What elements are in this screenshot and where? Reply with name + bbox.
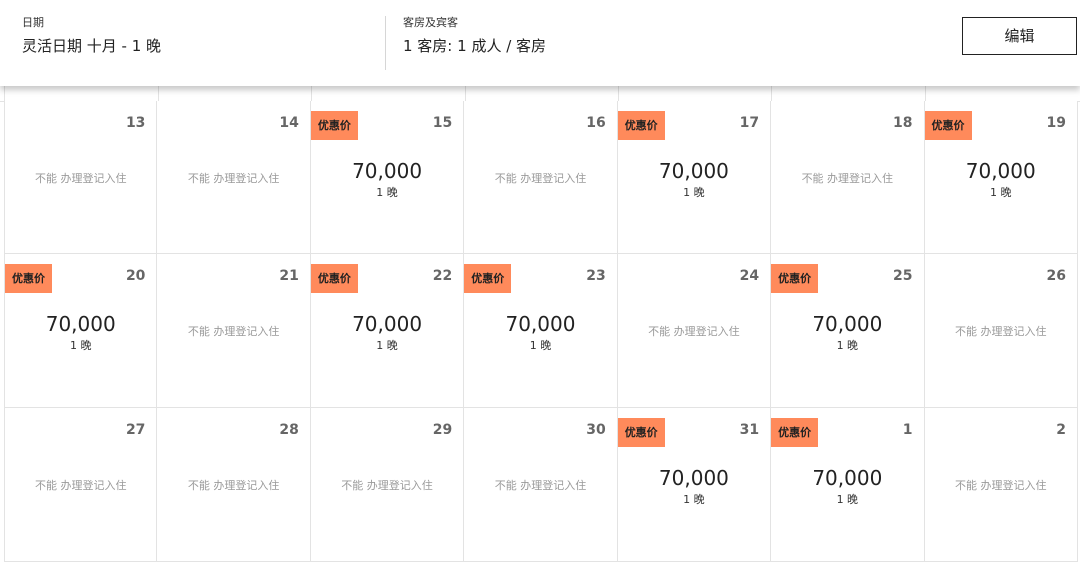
day-number: 31 <box>739 422 760 438</box>
calendar-day-cell[interactable]: 2 不能 办理登记入住 <box>924 408 1078 562</box>
calendar-previous-row-edge <box>0 86 1080 102</box>
header-divider <box>385 16 386 70</box>
dates-summary: 日期 灵活日期 十月 - 1 晚 <box>22 16 161 56</box>
deal-badge: 优惠价 <box>617 111 665 140</box>
unavailable-label: 不能 办理登记入住 <box>34 479 127 492</box>
day-number: 17 <box>739 115 760 131</box>
calendar-day-cell[interactable]: 15 优惠价 70,000 1 晚 <box>310 101 465 254</box>
unavailable-label: 不能 办理登记入住 <box>801 172 894 185</box>
day-number: 13 <box>125 115 146 131</box>
price-value: 70,000 <box>352 312 423 336</box>
deal-badge: 优惠价 <box>771 418 819 447</box>
nights-label: 1 晚 <box>836 493 859 506</box>
day-number: 30 <box>586 422 606 438</box>
unavailable-label: 不能 办理登记入住 <box>954 479 1047 492</box>
nights-label: 1 晚 <box>989 186 1012 199</box>
day-number: 24 <box>739 268 760 284</box>
deal-badge: 优惠价 <box>924 111 972 140</box>
calendar-day-cell[interactable]: 25 优惠价 70,000 1 晚 <box>771 254 925 408</box>
day-number: 19 <box>1046 115 1066 131</box>
day-number: 18 <box>893 115 913 131</box>
unavailable-label: 不能 办理登记入住 <box>494 172 587 185</box>
nights-label: 1 晚 <box>376 186 398 199</box>
calendar-day-cell[interactable]: 16 不能 办理登记入住 <box>464 101 618 254</box>
nights-label: 1 晚 <box>683 493 705 506</box>
price-value: 70,000 <box>658 159 729 183</box>
nights-label: 1 晚 <box>69 339 92 352</box>
deal-badge: 优惠价 <box>5 264 52 293</box>
calendar-day-cell[interactable]: 14 不能 办理登记入住 <box>157 101 311 254</box>
unavailable-label: 不能 办理登记入住 <box>494 479 587 492</box>
price-value: 70,000 <box>812 466 883 490</box>
unavailable-label: 不能 办理登记入住 <box>187 479 280 492</box>
deal-badge: 优惠价 <box>310 264 358 293</box>
rooms-value: 1 客房: 1 成人 / 客房 <box>403 37 547 55</box>
unavailable-label: 不能 办理登记入住 <box>341 479 433 492</box>
unavailable-label: 不能 办理登记入住 <box>187 325 280 338</box>
deal-badge: 优惠价 <box>617 418 665 447</box>
unavailable-label: 不能 办理登记入住 <box>34 172 127 185</box>
calendar-day-cell[interactable]: 30 不能 办理登记入住 <box>464 408 618 562</box>
calendar-day-cell[interactable]: 29 不能 办理登记入住 <box>310 408 465 562</box>
nights-label: 1 晚 <box>836 339 859 352</box>
nights-label: 1 晚 <box>376 339 398 352</box>
price-value: 70,000 <box>352 159 423 183</box>
calendar-day-cell[interactable]: 31 优惠价 70,000 1 晚 <box>617 408 772 562</box>
calendar-day-cell[interactable]: 18 不能 办理登记入住 <box>771 101 925 254</box>
price-value: 70,000 <box>505 312 576 336</box>
day-number: 14 <box>279 115 299 131</box>
price-value: 70,000 <box>965 159 1036 183</box>
day-number: 29 <box>432 422 453 438</box>
day-number: 28 <box>279 422 299 438</box>
price-value: 70,000 <box>658 466 729 490</box>
rooms-label: 客房及宾客 <box>403 16 458 29</box>
price-value: 70,000 <box>812 312 883 336</box>
search-summary-header: 日期 灵活日期 十月 - 1 晚 客房及宾客 1 客房: 1 成人 / 客房 编… <box>0 0 1080 86</box>
day-number: 16 <box>586 115 606 131</box>
deal-badge: 优惠价 <box>771 264 819 293</box>
day-number: 1 <box>902 422 913 438</box>
calendar-day-cell[interactable]: 21 不能 办理登记入住 <box>157 254 311 408</box>
unavailable-label: 不能 办理登记入住 <box>954 325 1047 338</box>
nights-label: 1 晚 <box>683 186 705 199</box>
calendar-day-cell[interactable]: 27 不能 办理登记入住 <box>4 408 158 562</box>
day-number: 27 <box>125 422 146 438</box>
calendar-day-cell[interactable]: 28 不能 办理登记入住 <box>157 408 311 562</box>
edit-button[interactable]: 编辑 <box>962 17 1077 55</box>
day-number: 20 <box>125 268 146 284</box>
day-number: 26 <box>1046 268 1066 284</box>
rooms-summary: 客房及宾客 1 客房: 1 成人 / 客房 <box>403 16 546 56</box>
calendar-day-cell[interactable]: 17 优惠价 70,000 1 晚 <box>617 101 772 254</box>
day-number: 15 <box>432 115 453 131</box>
day-number: 25 <box>893 268 913 284</box>
price-value: 70,000 <box>45 312 116 336</box>
calendar-grid: 13 不能 办理登记入住 14 不能 办理登记入住 15 优惠价 70,000 1 晚 16 不能… <box>4 101 1078 562</box>
deal-badge: 优惠价 <box>464 264 512 293</box>
nights-label: 1 晚 <box>529 339 552 352</box>
dates-value: 灵活日期 十月 - 1 晚 <box>22 37 162 55</box>
calendar-day-cell[interactable]: 20 优惠价 70,000 1 晚 <box>4 254 158 408</box>
unavailable-label: 不能 办理登记入住 <box>187 172 280 185</box>
unavailable-label: 不能 办理登记入住 <box>648 325 740 338</box>
day-number: 23 <box>586 268 606 284</box>
calendar-day-cell[interactable]: 24 不能 办理登记入住 <box>617 254 772 408</box>
deal-badge: 优惠价 <box>310 111 358 140</box>
day-number: 21 <box>279 268 299 284</box>
calendar-day-cell[interactable]: 23 优惠价 70,000 1 晚 <box>464 254 618 408</box>
calendar-day-cell[interactable]: 22 优惠价 70,000 1 晚 <box>310 254 465 408</box>
calendar-day-cell[interactable]: 19 优惠价 70,000 1 晚 <box>924 101 1078 254</box>
calendar-day-cell[interactable]: 1 优惠价 70,000 1 晚 <box>771 408 925 562</box>
calendar-day-cell[interactable]: 26 不能 办理登记入住 <box>924 254 1078 408</box>
day-number: 22 <box>432 268 453 284</box>
day-number: 2 <box>1056 422 1066 438</box>
calendar-day-cell[interactable]: 13 不能 办理登记入住 <box>4 101 158 254</box>
dates-label: 日期 <box>22 16 44 29</box>
